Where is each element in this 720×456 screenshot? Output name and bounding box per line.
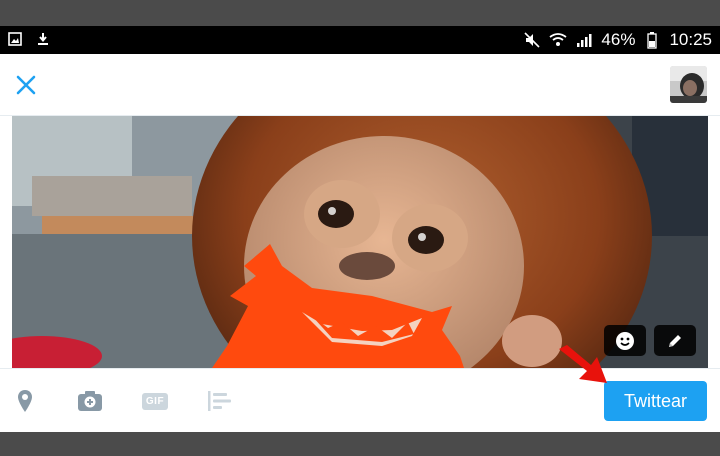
tweet-compose-screen: GIF Twittear — [0, 54, 720, 432]
location-button[interactable] — [10, 369, 40, 433]
signal-icon — [575, 31, 593, 49]
compose-toolbar: GIF Twittear — [0, 368, 720, 432]
poll-button[interactable] — [204, 369, 236, 433]
close-icon — [16, 75, 36, 95]
tweet-button[interactable]: Twittear — [604, 381, 707, 421]
gif-label: GIF — [141, 392, 169, 410]
camera-button[interactable] — [74, 369, 106, 433]
clock: 10:25 — [669, 30, 712, 49]
camera-icon — [78, 391, 102, 411]
pencil-icon — [669, 334, 681, 347]
close-button[interactable] — [10, 69, 42, 101]
attached-image — [12, 116, 708, 368]
avatar[interactable] — [670, 66, 707, 103]
gif-button[interactable]: GIF — [138, 369, 172, 433]
location-icon — [18, 390, 32, 412]
poll-icon — [208, 391, 231, 411]
compose-header — [0, 54, 720, 116]
screenshot-frame: 46% 10:25 GIF Twittear — [0, 0, 720, 456]
mute-icon — [523, 31, 541, 49]
image-icon — [6, 30, 24, 48]
sticker-icon — [616, 331, 634, 350]
edit-image-button[interactable] — [654, 325, 696, 356]
bottom-frame — [0, 432, 720, 456]
red-arrow-annotation — [559, 345, 607, 383]
battery-percentage: 46% — [601, 30, 636, 49]
wifi-icon — [549, 31, 567, 49]
download-icon — [34, 30, 52, 48]
battery-icon — [643, 31, 661, 49]
status-bar: 46% 10:25 — [0, 26, 720, 54]
